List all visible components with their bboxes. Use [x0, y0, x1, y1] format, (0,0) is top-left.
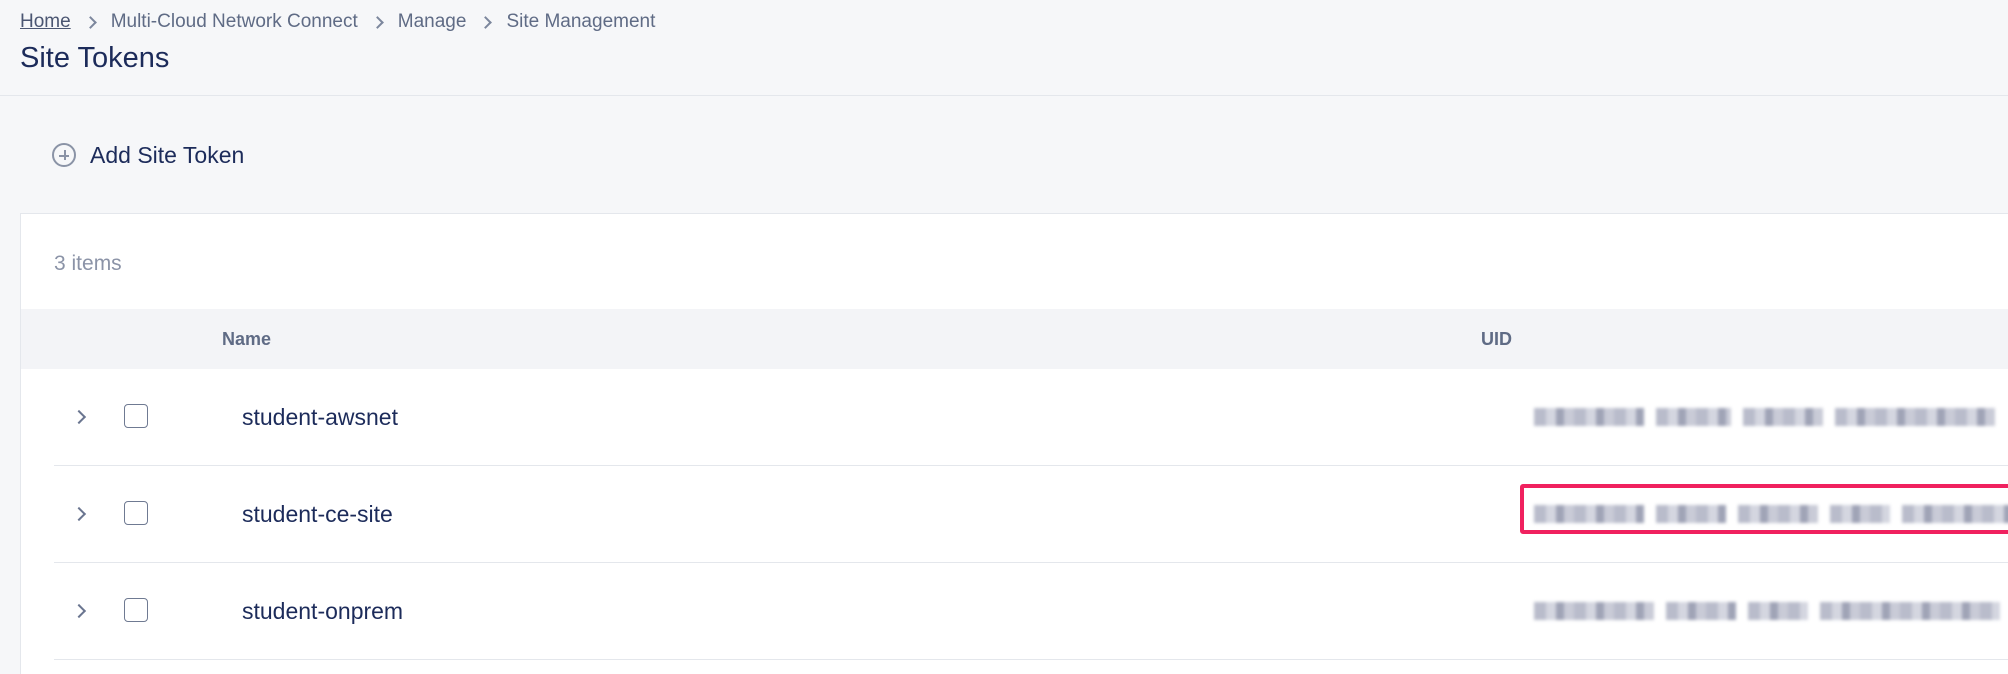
breadcrumb-item[interactable]: Manage — [398, 11, 467, 33]
site-tokens-table: 3 items Name UID student-awsnet student-… — [20, 213, 2008, 674]
add-site-token-button[interactable]: Add Site Token — [52, 138, 244, 172]
table-row[interactable]: student-awsnet — [54, 369, 2008, 466]
row-name[interactable]: student-ce-site — [242, 466, 393, 562]
row-checkbox[interactable] — [124, 501, 148, 525]
row-checkbox[interactable] — [124, 598, 148, 622]
page-header: Home Multi-Cloud Network Connect Manage … — [0, 0, 2008, 96]
breadcrumb-home-link[interactable]: Home — [20, 11, 71, 33]
column-header-uid[interactable]: UID — [1481, 309, 1512, 369]
column-header-name[interactable]: Name — [222, 309, 271, 369]
row-name[interactable]: student-awsnet — [242, 369, 398, 465]
row-uid-redacted — [1534, 599, 2000, 623]
plus-circle-icon — [52, 143, 76, 167]
chevron-right-icon — [366, 10, 390, 34]
row-name[interactable]: student-onprem — [242, 563, 403, 659]
expand-row-chevron-icon[interactable] — [74, 409, 90, 425]
table-row[interactable]: student-onprem — [54, 563, 2008, 660]
item-count: 3 items — [54, 252, 122, 275]
breadcrumb-item-current: Site Management — [506, 11, 656, 32]
chevron-right-icon — [79, 10, 103, 34]
breadcrumb-item[interactable]: Multi-Cloud Network Connect — [111, 11, 358, 33]
expand-row-chevron-icon[interactable] — [74, 603, 90, 619]
add-site-token-label: Add Site Token — [90, 141, 245, 168]
row-checkbox[interactable] — [124, 404, 148, 428]
table-header: Name UID — [21, 309, 2008, 369]
breadcrumb: Home Multi-Cloud Network Connect Manage … — [20, 10, 655, 34]
expand-row-chevron-icon[interactable] — [74, 506, 90, 522]
chevron-right-icon — [474, 10, 498, 34]
row-uid-redacted — [1534, 405, 1995, 429]
uid-highlight-box — [1520, 484, 2008, 534]
page-title: Site Tokens — [20, 42, 170, 74]
table-row[interactable]: student-ce-site — [54, 466, 2008, 563]
